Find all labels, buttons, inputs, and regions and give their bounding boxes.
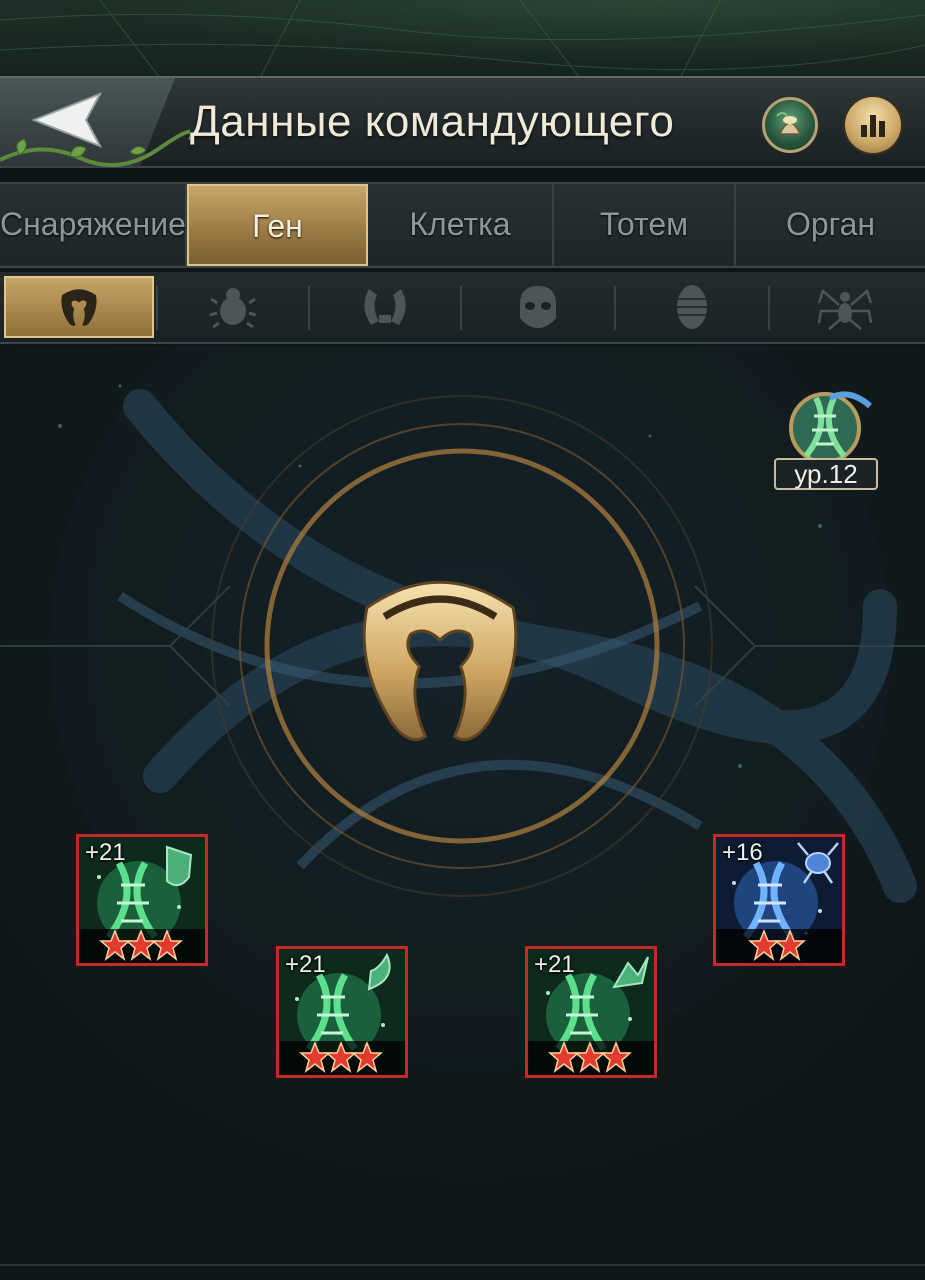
gene-bonus: +21: [534, 951, 575, 978]
tab-equipment[interactable]: Снаряжение: [0, 184, 187, 266]
beetle-icon: [209, 288, 257, 329]
gene-level-badge[interactable]: ур.12: [770, 386, 880, 496]
gene-level-label: ур.12: [774, 458, 878, 490]
star-icons: [299, 1041, 383, 1073]
back-button[interactable]: [0, 78, 175, 166]
gene-card-stinger[interactable]: +21: [525, 946, 657, 1078]
category-mandible[interactable]: [310, 276, 460, 338]
dna-helix-icon: [789, 391, 873, 464]
page-title: Данные командующего: [190, 97, 675, 146]
mandible-icon: [364, 289, 406, 325]
gene-card-claw[interactable]: +21: [276, 946, 408, 1078]
tab-cell[interactable]: Клетка: [368, 184, 554, 266]
header-bar: Данные командующего: [0, 76, 925, 168]
skull-mask-icon: [520, 286, 556, 328]
gene-panel: ур.12 +21 +21 +21 +16: [0, 346, 925, 1280]
tab-totem[interactable]: Тотем: [554, 184, 736, 266]
category-skull[interactable]: [462, 276, 614, 338]
tab-organ[interactable]: Орган: [736, 184, 925, 266]
bottom-divider: [0, 1264, 925, 1266]
totem-tree-icon: [776, 112, 802, 135]
tab-gene[interactable]: Ген: [187, 184, 368, 266]
horn-emblem-icon: [362, 580, 518, 742]
gene-bonus: +16: [722, 839, 763, 866]
star-icons: [748, 929, 806, 961]
gene-card-ant[interactable]: +16: [713, 834, 845, 966]
ranking-button[interactable]: [845, 97, 901, 153]
gene-card-shield[interactable]: +21: [76, 834, 208, 966]
larva-icon: [677, 285, 707, 329]
gene-bonus: +21: [285, 951, 326, 978]
gene-bonus: +21: [85, 839, 126, 866]
category-beetle[interactable]: [158, 276, 308, 338]
totem-button[interactable]: [762, 97, 818, 153]
spider-icon: [817, 288, 873, 330]
star-icons: [99, 929, 183, 961]
tab-bar: Снаряжение Ген Клетка Тотем Орган: [0, 182, 925, 268]
bar-chart-icon: [861, 115, 885, 137]
category-horn[interactable]: [4, 276, 154, 338]
horn-emblem-icon: [61, 289, 97, 326]
top-decoration: [0, 0, 925, 78]
star-icons: [548, 1041, 632, 1073]
category-spider[interactable]: [770, 276, 920, 338]
arrow-left-icon: [31, 92, 103, 148]
category-bar: [0, 272, 925, 344]
category-larva[interactable]: [616, 276, 768, 338]
